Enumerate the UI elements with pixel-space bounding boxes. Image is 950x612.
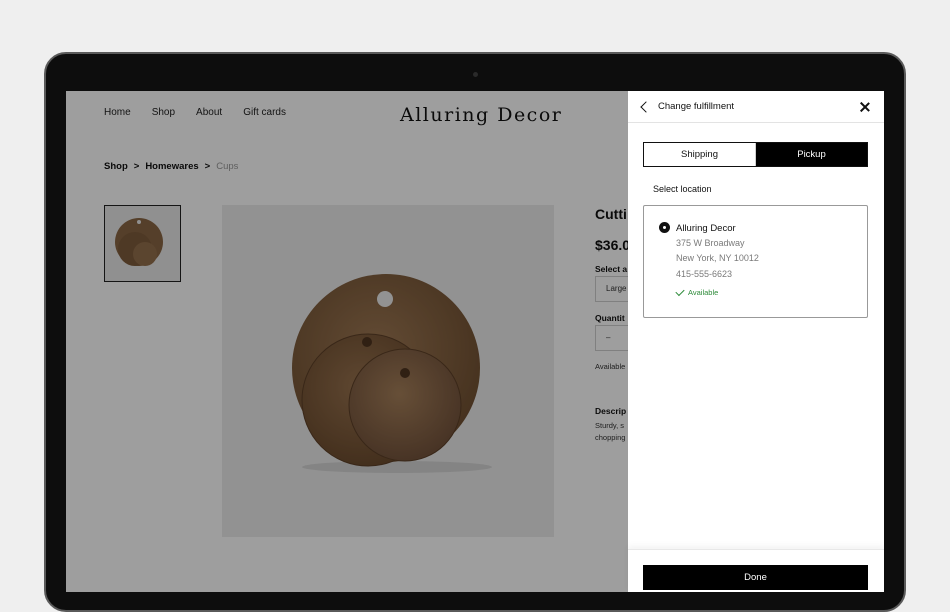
fulfillment-panel: Change fulfillment Shipping Pickup Selec… — [628, 91, 884, 592]
panel-footer: Done — [628, 549, 884, 592]
location-availability: Available — [675, 286, 719, 297]
camera-dot — [473, 72, 478, 77]
panel-title: Change fulfillment — [658, 101, 735, 112]
location-name: Alluring Decor — [676, 223, 736, 234]
tab-pickup[interactable]: Pickup — [756, 143, 867, 166]
modal-backdrop[interactable] — [66, 91, 628, 592]
select-location-label: Select location — [653, 184, 712, 194]
screen: Home Shop About Gift cards Alluring Deco… — [66, 91, 884, 592]
storefront-page: Home Shop About Gift cards Alluring Deco… — [66, 91, 628, 592]
location-address-line-1: 375 W Broadway — [676, 238, 745, 248]
done-button[interactable]: Done — [643, 565, 868, 590]
availability-label: Available — [688, 288, 719, 297]
check-icon — [675, 286, 685, 296]
location-phone: 415-555-6623 — [676, 269, 733, 279]
chevron-left-icon[interactable] — [640, 100, 652, 113]
tab-shipping[interactable]: Shipping — [644, 143, 756, 166]
location-address-line-2: New York, NY 10012 — [676, 253, 759, 263]
panel-header: Change fulfillment — [628, 91, 884, 123]
location-radio[interactable] — [659, 222, 670, 233]
fulfillment-toggle: Shipping Pickup — [643, 142, 868, 167]
close-icon[interactable] — [860, 102, 870, 112]
location-option[interactable]: Alluring Decor 375 W Broadway New York, … — [643, 205, 868, 318]
